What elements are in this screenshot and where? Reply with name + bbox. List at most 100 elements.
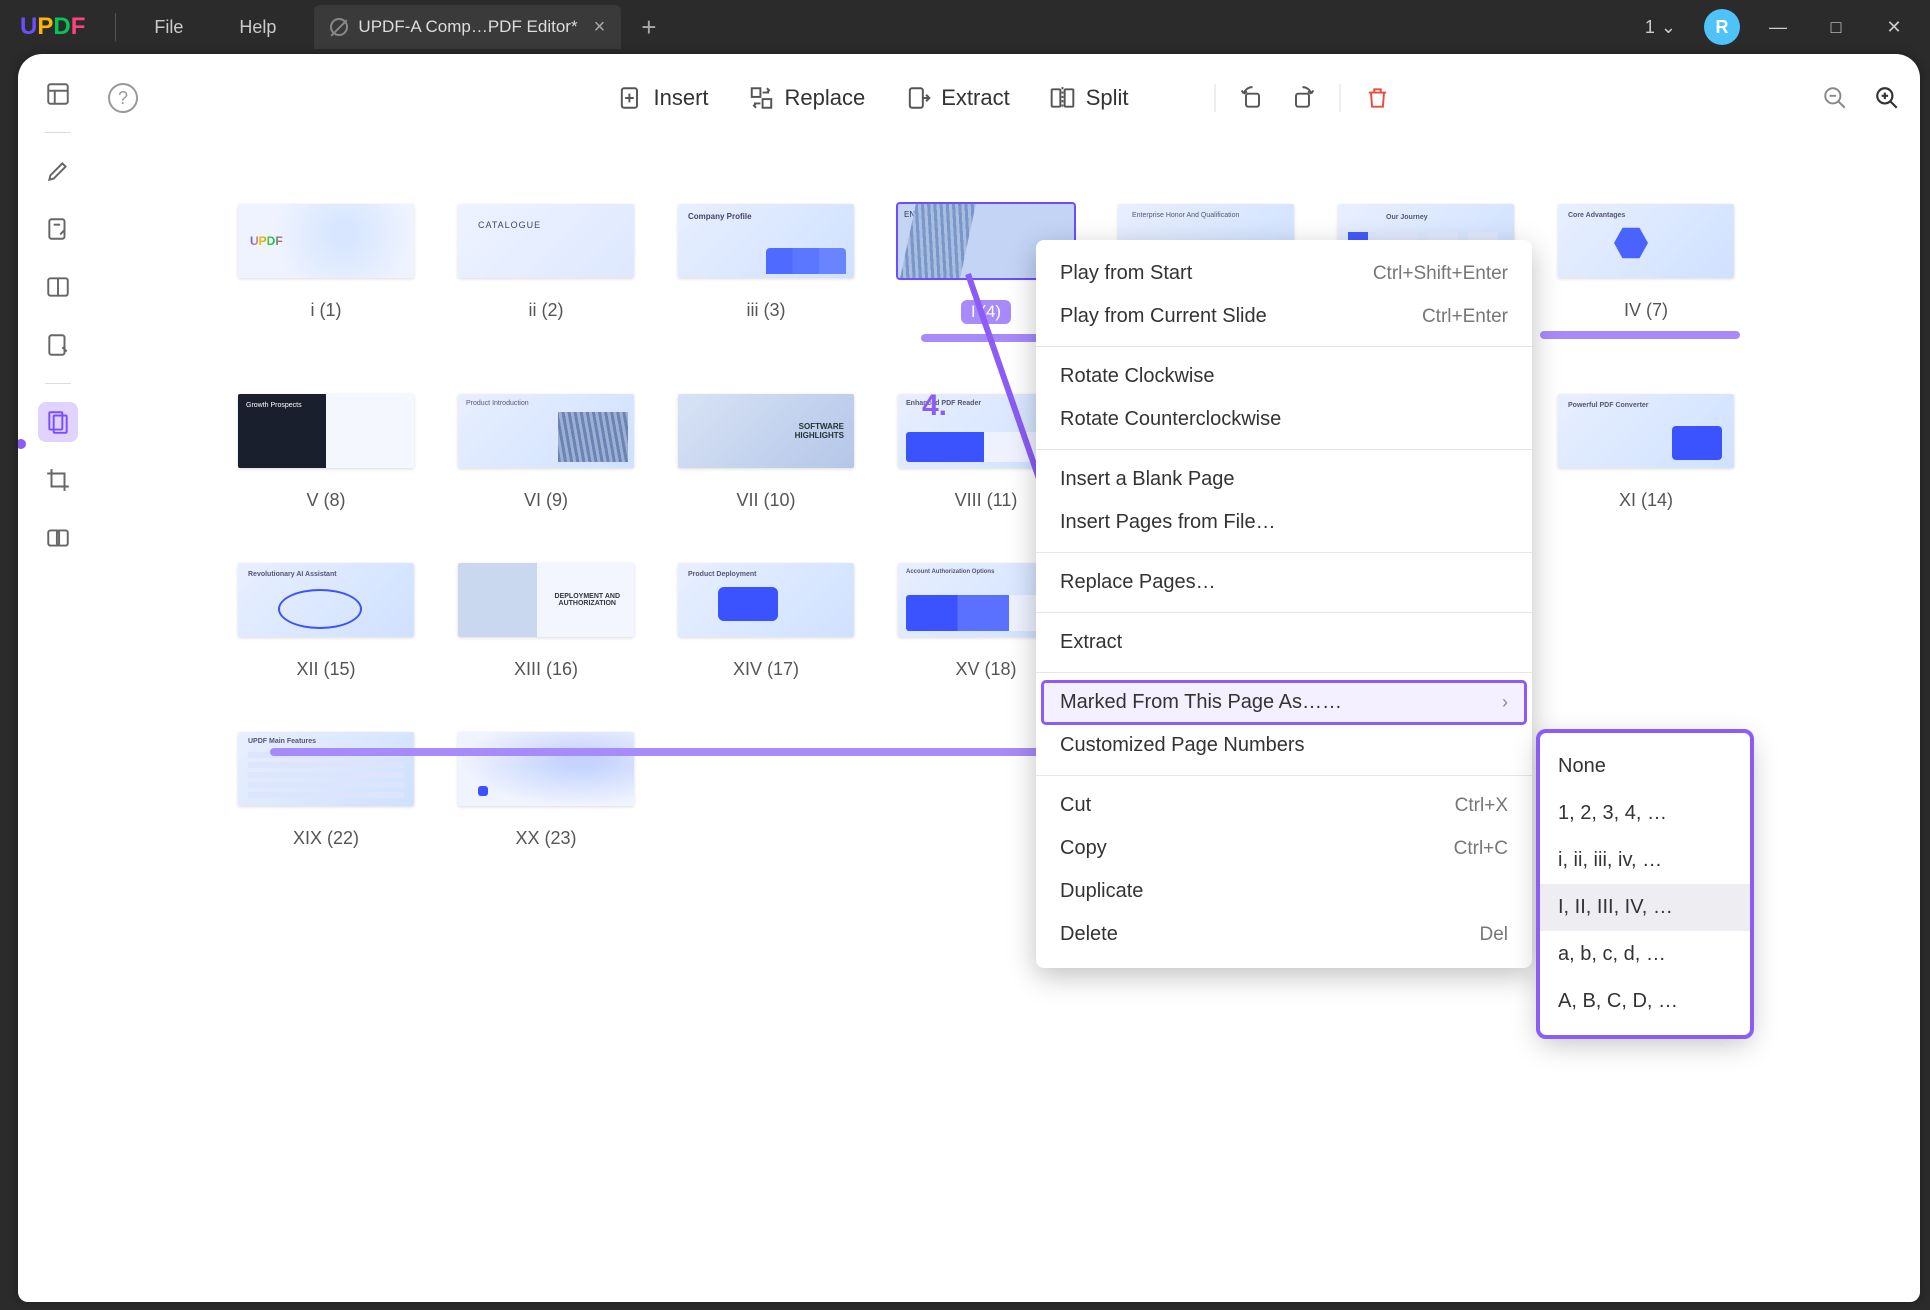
- edit-icon[interactable]: [38, 325, 78, 365]
- ctx-item[interactable]: Duplicate: [1036, 870, 1532, 913]
- ctx-item[interactable]: Marked From This Page As……›: [1042, 681, 1526, 724]
- ctx-item[interactable]: CutCtrl+X: [1036, 784, 1532, 827]
- zoom-in-icon[interactable]: [1874, 85, 1900, 111]
- thumbnails-icon[interactable]: [38, 74, 78, 114]
- page-thumbnail[interactable]: [458, 394, 634, 468]
- crop-icon[interactable]: [38, 460, 78, 500]
- rotate-ccw-icon[interactable]: [1240, 85, 1266, 111]
- split-button[interactable]: Split: [1050, 85, 1129, 111]
- page-thumbnail[interactable]: [678, 563, 854, 637]
- page-label: XIV (17): [733, 659, 799, 680]
- title-bar: UPDF File Help UPDF-A Comp…PDF Editor* ×…: [0, 0, 1930, 54]
- submenu-item[interactable]: A, B, C, D, …: [1540, 978, 1750, 1025]
- submenu-item[interactable]: a, b, c, d, …: [1540, 931, 1750, 978]
- chevron-down-icon: ⌄: [1661, 17, 1676, 38]
- extract-button[interactable]: Extract: [905, 85, 1009, 111]
- page-label: i (1): [311, 300, 342, 321]
- page-label: VII (10): [736, 490, 795, 511]
- delete-icon[interactable]: [1365, 85, 1391, 111]
- page-thumbnail[interactable]: [238, 732, 414, 806]
- reader-icon[interactable]: [38, 267, 78, 307]
- page-cell[interactable]: V (8): [238, 394, 414, 511]
- page-label: ii (2): [529, 300, 564, 321]
- document-tab[interactable]: UPDF-A Comp…PDF Editor* ×: [314, 5, 621, 49]
- page-label: V (8): [306, 490, 345, 511]
- page-cell[interactable]: i (1): [238, 204, 414, 342]
- new-tab-button[interactable]: +: [621, 12, 676, 43]
- ctx-item[interactable]: Rotate Clockwise: [1036, 355, 1532, 398]
- maximize-button[interactable]: □: [1816, 17, 1856, 38]
- page-thumbnail[interactable]: [458, 563, 634, 637]
- submenu-item[interactable]: i, ii, iii, iv, …: [1540, 837, 1750, 884]
- page-thumbnail[interactable]: [238, 394, 414, 468]
- page-cell[interactable]: iii (3): [678, 204, 854, 342]
- main-panel: ? Insert Replace Extract Split: [18, 54, 1920, 1302]
- page-thumbnail[interactable]: [1558, 204, 1734, 278]
- tab-close-icon[interactable]: ×: [594, 16, 606, 39]
- tab-title: UPDF-A Comp…PDF Editor*: [358, 17, 577, 37]
- submenu-item[interactable]: 1, 2, 3, 4, …: [1540, 790, 1750, 837]
- section-marker-bar: [270, 748, 1074, 756]
- chevron-right-icon: ›: [1502, 692, 1508, 713]
- section-marker-bar: [1540, 331, 1740, 339]
- ctx-item[interactable]: Play from Current SlideCtrl+Enter: [1036, 295, 1532, 338]
- ctx-item[interactable]: Customized Page Numbers: [1036, 724, 1532, 767]
- numbering-submenu: None1, 2, 3, 4, …i, ii, iii, iv, …I, II,…: [1540, 733, 1750, 1035]
- page-cell[interactable]: XII (15): [238, 563, 414, 680]
- context-menu: Play from StartCtrl+Shift+EnterPlay from…: [1036, 240, 1532, 968]
- avatar[interactable]: R: [1704, 9, 1740, 45]
- page-thumbnail[interactable]: [238, 563, 414, 637]
- page-cell[interactable]: VI (9): [458, 394, 634, 511]
- ctx-item[interactable]: Replace Pages…: [1036, 561, 1532, 604]
- highlighter-icon[interactable]: [38, 151, 78, 191]
- menu-help[interactable]: Help: [211, 17, 304, 38]
- top-toolbar: ? Insert Replace Extract Split: [108, 68, 1900, 128]
- tab-no-edit-icon: [330, 18, 348, 36]
- page-cell[interactable]: IV (7): [1558, 204, 1734, 342]
- ctx-item[interactable]: Insert Pages from File…: [1036, 501, 1532, 544]
- help-icon[interactable]: ?: [108, 83, 138, 113]
- page-cell[interactable]: XI (14): [1558, 394, 1734, 511]
- page-thumbnail[interactable]: [458, 732, 634, 806]
- ctx-item[interactable]: Play from StartCtrl+Shift+Enter: [1036, 252, 1532, 295]
- annotate-icon[interactable]: [38, 209, 78, 249]
- ctx-item[interactable]: Extract: [1036, 621, 1532, 664]
- ctx-item[interactable]: CopyCtrl+C: [1036, 827, 1532, 870]
- page-label: XII (15): [296, 659, 355, 680]
- page-thumbnail[interactable]: [238, 204, 414, 278]
- rotate-cw-icon[interactable]: [1290, 85, 1316, 111]
- organize-icon[interactable]: [38, 402, 78, 442]
- ctx-item[interactable]: Rotate Counterclockwise: [1036, 398, 1532, 441]
- left-toolbar: [30, 74, 86, 558]
- app-logo: UPDF: [0, 13, 105, 41]
- page-label: iii (3): [747, 300, 786, 321]
- active-indicator-dot: [18, 439, 26, 449]
- replace-button[interactable]: Replace: [749, 85, 866, 111]
- separator: [115, 13, 116, 41]
- page-label: VI (9): [524, 490, 568, 511]
- minimize-button[interactable]: —: [1758, 17, 1798, 38]
- page-label: XIX (22): [293, 828, 359, 849]
- window-count[interactable]: 1⌄: [1635, 11, 1686, 44]
- zoom-out-icon[interactable]: [1822, 85, 1848, 111]
- page-label: IV (7): [1624, 300, 1668, 321]
- page-cell[interactable]: XIV (17): [678, 563, 854, 680]
- menu-file[interactable]: File: [126, 17, 211, 38]
- page-cell[interactable]: ii (2): [458, 204, 634, 342]
- page-cell[interactable]: VII (10): [678, 394, 854, 511]
- submenu-item[interactable]: None: [1540, 743, 1750, 790]
- ctx-item[interactable]: Insert a Blank Page: [1036, 458, 1532, 501]
- ctx-item[interactable]: DeleteDel: [1036, 913, 1532, 956]
- insert-button[interactable]: Insert: [617, 85, 708, 111]
- close-button[interactable]: ✕: [1874, 17, 1914, 38]
- page-label: XIII (16): [514, 659, 578, 680]
- page-thumbnail[interactable]: [678, 394, 854, 468]
- page-thumbnail[interactable]: [1558, 394, 1734, 468]
- page-cell[interactable]: XIII (16): [458, 563, 634, 680]
- page-thumbnail[interactable]: [458, 204, 634, 278]
- page-label: XI (14): [1619, 490, 1673, 511]
- page-thumbnail[interactable]: [678, 204, 854, 278]
- submenu-item[interactable]: I, II, III, IV, …: [1540, 884, 1750, 931]
- page-label: XX (23): [515, 828, 576, 849]
- compare-icon[interactable]: [38, 518, 78, 558]
